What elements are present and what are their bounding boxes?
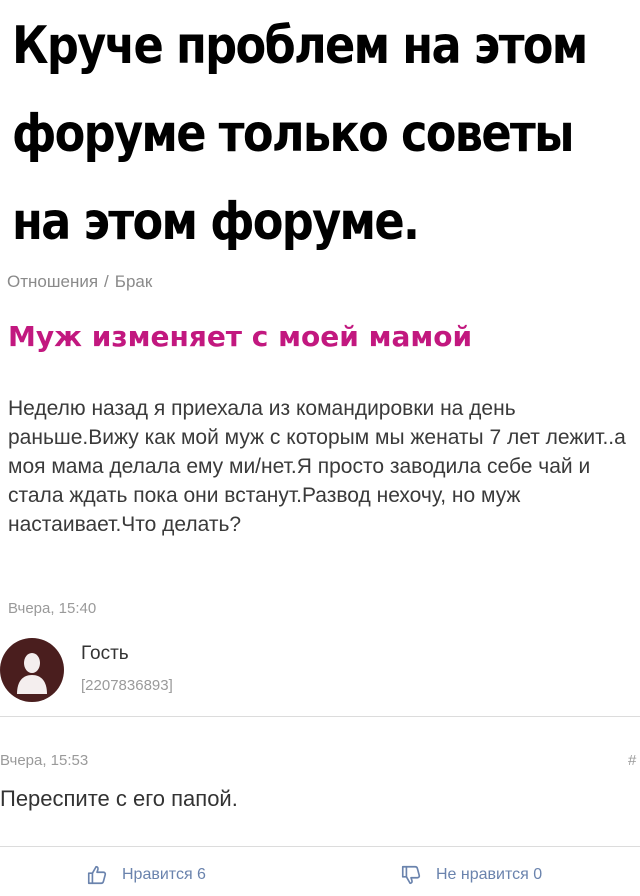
thumbs-down-icon (401, 865, 421, 885)
reply-timestamp: Вчера, 15:53 (0, 752, 89, 769)
meme-caption: Круче проблем на этом форуме только сове… (12, 2, 588, 266)
meme-caption-line: на этом форуме. (12, 192, 420, 252)
like-label: Нравится 6 (122, 866, 206, 883)
dislike-label: Не нравится 0 (436, 866, 543, 883)
author-avatar[interactable] (0, 638, 64, 702)
reply-text: Переспите с его папой. (0, 786, 238, 811)
breadcrumb-subsection-link[interactable]: Брак (115, 272, 153, 291)
reply-number[interactable]: # (628, 752, 640, 769)
breadcrumb-section-link[interactable]: Отношения (7, 272, 98, 291)
divider (0, 846, 640, 847)
breadcrumb-separator: / (104, 272, 109, 291)
meme-caption-line: Круче проблем на этом (12, 16, 588, 76)
post-timestamp: Вчера, 15:40 (8, 600, 97, 617)
user-silhouette-icon (17, 653, 47, 694)
dislike-button[interactable]: Не нравится 0 (400, 864, 542, 886)
thumbs-up-icon (87, 865, 107, 885)
divider (0, 716, 640, 717)
author-name[interactable]: Гость (81, 643, 129, 665)
breadcrumb: Отношения / Брак (7, 272, 152, 292)
topic-title: Муж изменяет с моей мамой (8, 320, 473, 353)
meme-caption-line: форуме только советы (12, 104, 575, 164)
post-body: Неделю назад я приехала из командировки … (8, 397, 626, 536)
like-button[interactable]: Нравится 6 (86, 864, 206, 886)
author-id: [2207836893] (81, 677, 173, 694)
